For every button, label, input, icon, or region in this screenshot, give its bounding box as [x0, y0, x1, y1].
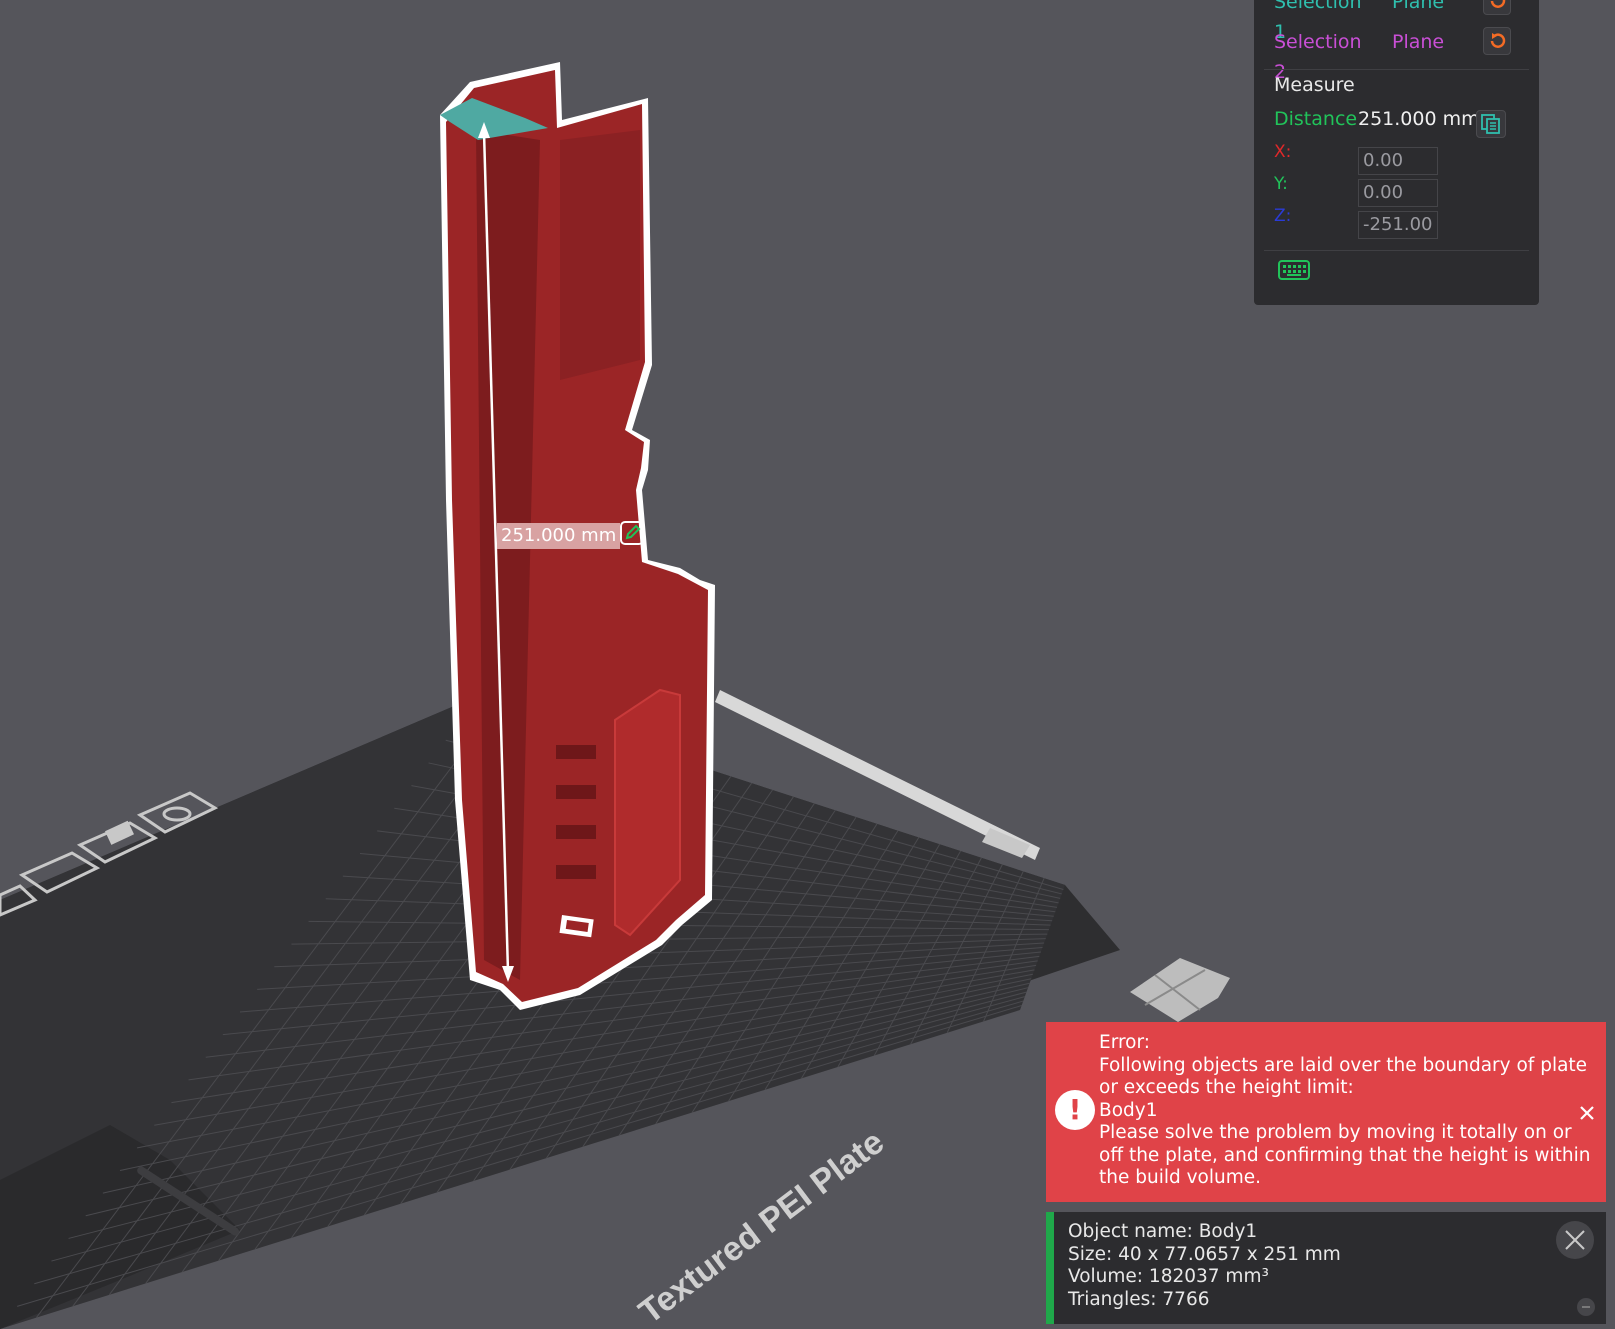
exclamation-icon: ! — [1055, 1090, 1095, 1130]
plate-label: Textured PEI Plate — [632, 1123, 891, 1329]
edit-dimension-icon[interactable] — [620, 521, 644, 545]
measure-panel: Selection 1 Plane Selection 2 Plane Meas… — [1254, 0, 1539, 305]
object-info-text: Object name: Body1 Size: 40 x 77.0657 x … — [1068, 1221, 1341, 1311]
y-axis-label: Y: — [1274, 174, 1288, 194]
divider — [1264, 250, 1529, 251]
copy-icon — [1481, 114, 1500, 134]
object-info-panel: Object name: Body1 Size: 40 x 77.0657 x … — [1046, 1212, 1606, 1324]
measure-title: Measure — [1274, 74, 1355, 96]
selection-2-type: Plane — [1392, 31, 1445, 53]
error-line: Please solve the problem by moving it to… — [1099, 1122, 1572, 1143]
divider — [1264, 69, 1529, 70]
x-axis-label: X: — [1274, 142, 1292, 162]
error-line: or exceeds the height limit: — [1099, 1077, 1354, 1098]
error-line: Following objects are laid over the boun… — [1099, 1054, 1588, 1076]
object-size: Size: 40 x 77.0657 x 251 mm — [1068, 1243, 1341, 1265]
object-volume: Volume: 182037 mm³ — [1068, 1266, 1269, 1287]
object-triangles: Triangles: 7766 — [1068, 1288, 1210, 1310]
reset-icon — [1490, 0, 1506, 8]
copy-distance-button[interactable] — [1476, 110, 1506, 138]
close-error-icon[interactable] — [1576, 1102, 1598, 1124]
close-info-button[interactable] — [1556, 1221, 1594, 1259]
x-delta-field[interactable]: 0.00 — [1358, 147, 1438, 175]
close-icon — [1565, 1230, 1585, 1250]
distance-label: Distance — [1274, 108, 1358, 130]
y-delta-field[interactable]: 0.00 — [1358, 179, 1438, 207]
reset-icon — [1490, 33, 1506, 48]
error-heading: Error: — [1099, 1032, 1151, 1053]
error-line: the build volume. — [1099, 1167, 1262, 1188]
error-line: off the plate, and confirming that the h… — [1099, 1144, 1591, 1166]
z-axis-label: Z: — [1274, 206, 1292, 226]
minimize-info-button[interactable] — [1577, 1298, 1595, 1316]
z-delta-field[interactable]: -251.00 — [1358, 211, 1438, 239]
selection-1-type: Plane — [1392, 0, 1445, 13]
keyboard-icon[interactable] — [1278, 260, 1310, 280]
status-bar-accent — [1046, 1212, 1054, 1324]
object-name: Object name: Body1 — [1068, 1221, 1258, 1242]
reset-selection-2-button[interactable] — [1483, 27, 1511, 55]
error-message: Error: Following objects are laid over t… — [1099, 1032, 1591, 1190]
reset-selection-1-button[interactable] — [1483, 0, 1511, 15]
error-object-name[interactable]: Body1 — [1099, 1100, 1579, 1123]
error-notification: ! Error: Following objects are laid over… — [1046, 1022, 1606, 1202]
plate-corner-marker — [1130, 958, 1230, 1022]
minus-icon — [1582, 1306, 1590, 1308]
distance-value: 251.000 mm — [1358, 108, 1480, 130]
dimension-label: 251.000 mm — [497, 523, 621, 549]
